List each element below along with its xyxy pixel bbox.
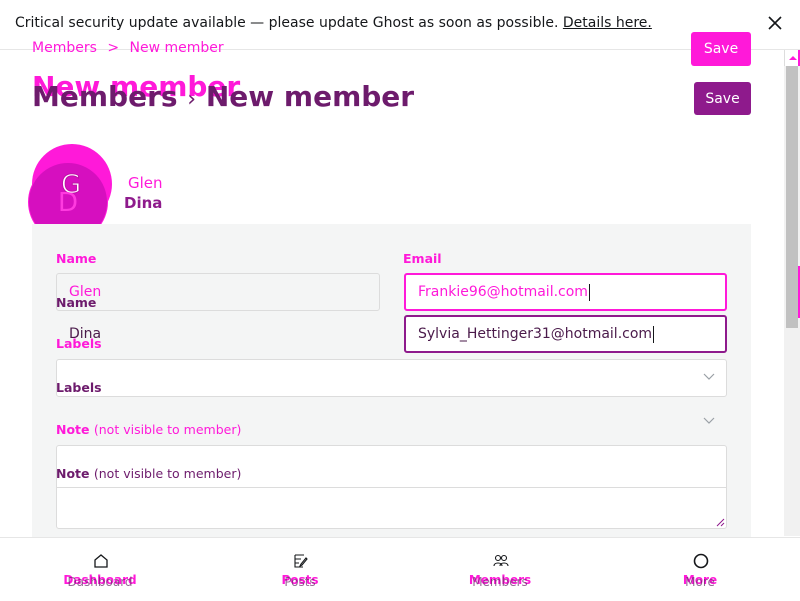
edit-icon bbox=[294, 554, 308, 568]
member-name: Dina bbox=[124, 194, 163, 212]
more-icon bbox=[693, 553, 709, 569]
banner-message: Critical security update available — ple… bbox=[15, 15, 559, 31]
breadcrumb-current: New member bbox=[129, 40, 224, 56]
nav-dashboard[interactable]: Dashboard Dashboard bbox=[0, 538, 200, 601]
text-cursor bbox=[588, 283, 590, 301]
labels-label-overlay: Labels bbox=[56, 336, 102, 351]
nav-more-label-shadow: More bbox=[685, 575, 715, 589]
resize-handle-icon[interactable] bbox=[716, 518, 725, 527]
avatar-initial-secondary: D bbox=[58, 188, 79, 218]
nav-more[interactable]: More More bbox=[600, 538, 800, 601]
name-label-overlay: Name bbox=[56, 251, 97, 266]
member-name-overlay: Glen bbox=[128, 174, 163, 192]
nav-posts-label-shadow: Posts bbox=[284, 575, 316, 589]
breadcrumb-members-link[interactable]: Members bbox=[32, 40, 97, 56]
page-title: Members › New member bbox=[32, 80, 414, 113]
nav-posts[interactable]: Posts Posts bbox=[200, 538, 400, 601]
note-label-overlay-text: Note bbox=[56, 422, 90, 437]
note-label: Note (not visible to member) bbox=[56, 466, 241, 481]
breadcrumb: Members > New member bbox=[32, 40, 224, 56]
name-field-overlay-value: Glen bbox=[69, 284, 102, 300]
note-hint-overlay: (not visible to member) bbox=[93, 422, 242, 437]
labels-label: Labels bbox=[56, 380, 102, 395]
labels-select[interactable] bbox=[56, 359, 727, 397]
members-icon bbox=[493, 554, 509, 567]
save-button[interactable]: Save bbox=[694, 82, 751, 115]
chevron-down-icon[interactable] bbox=[703, 373, 715, 381]
close-icon[interactable] bbox=[766, 14, 784, 32]
note-hint: (not visible to member) bbox=[93, 466, 242, 481]
note-divider bbox=[57, 487, 726, 488]
page-title-parent[interactable]: Members bbox=[32, 80, 178, 113]
nav-members[interactable]: Members Members bbox=[400, 538, 600, 601]
name-field-overlay[interactable]: Glen bbox=[56, 273, 380, 311]
page-title-current: New member bbox=[205, 80, 415, 113]
chevron-right-icon: > bbox=[107, 40, 120, 56]
banner-details-link[interactable]: Details here. bbox=[563, 15, 652, 31]
bottom-nav: Dashboard Dashboard Posts Posts Members … bbox=[0, 537, 800, 601]
home-icon bbox=[94, 554, 108, 568]
text-cursor bbox=[653, 325, 655, 343]
banner-text: Critical security update available — ple… bbox=[15, 15, 652, 31]
scrollbar-thumb[interactable] bbox=[786, 66, 798, 328]
nav-dashboard-label-shadow: Dashboard bbox=[67, 575, 133, 589]
email-label-overlay: Email bbox=[403, 251, 442, 266]
save-button-overlay[interactable]: Save bbox=[691, 32, 751, 66]
email-field-overlay-value: Frankie96@hotmail.com bbox=[418, 284, 588, 300]
email-field[interactable]: Sylvia_Hettinger31@hotmail.com bbox=[404, 315, 727, 353]
note-label-text: Note bbox=[56, 466, 90, 481]
title-chevron-icon: › bbox=[187, 87, 197, 112]
chevron-down-icon[interactable] bbox=[703, 417, 715, 425]
scrollbar[interactable] bbox=[784, 50, 800, 536]
email-field-overlay[interactable]: Frankie96@hotmail.com bbox=[404, 273, 727, 311]
email-field-value: Sylvia_Hettinger31@hotmail.com bbox=[418, 326, 653, 342]
nav-members-label-shadow: Members bbox=[472, 575, 528, 589]
note-label-overlay: Note (not visible to member) bbox=[56, 422, 241, 437]
